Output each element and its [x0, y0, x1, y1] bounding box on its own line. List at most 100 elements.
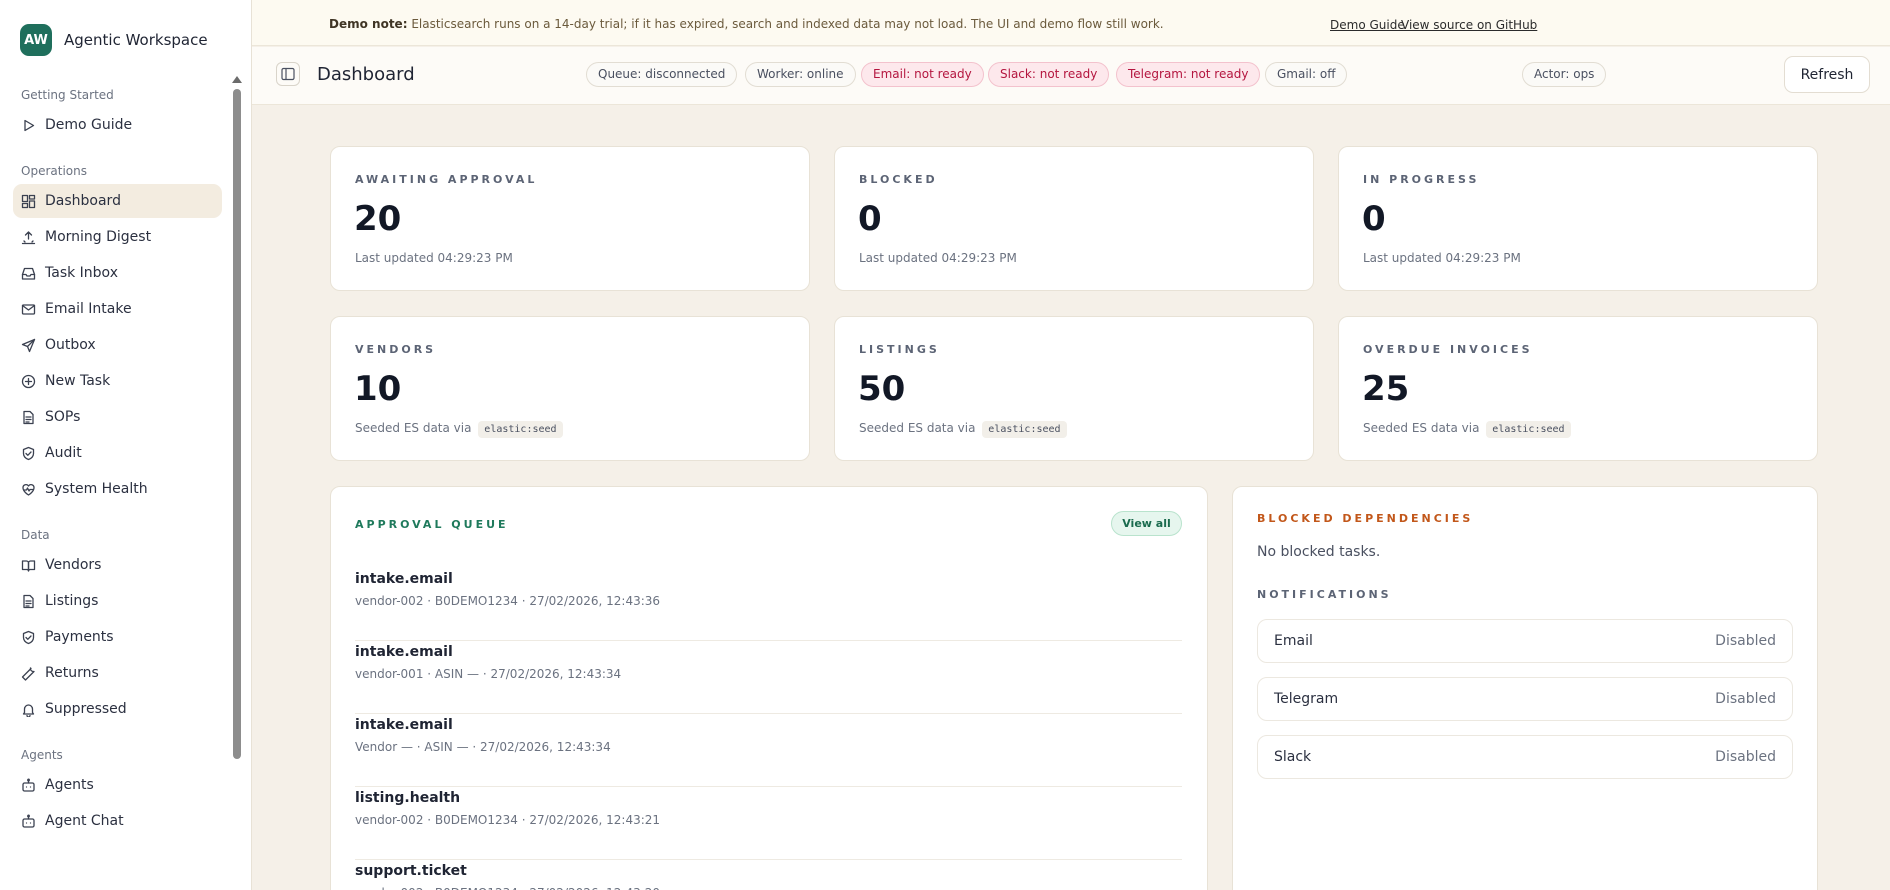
- nav-section-title: Operations: [21, 164, 87, 178]
- stat-value: 50: [858, 369, 906, 409]
- shield-check-icon: [21, 630, 36, 645]
- stat-label: LISTINGS: [859, 343, 940, 356]
- inbox-icon: [21, 266, 36, 281]
- stat-subtext: Seeded ES data via elastic:seed: [355, 421, 563, 438]
- stat-value: 20: [354, 199, 402, 239]
- sidebar-item-label: Suppressed: [45, 701, 127, 717]
- sidebar-item-payments[interactable]: Payments: [13, 620, 222, 654]
- nav-section-title: Agents: [21, 748, 63, 762]
- refresh-button[interactable]: Refresh: [1784, 56, 1870, 93]
- plus-circle-icon: [21, 374, 36, 389]
- sidebar-item-morning-digest[interactable]: Morning Digest: [13, 220, 222, 254]
- notification-status: Disabled: [1715, 691, 1776, 707]
- notification-name: Slack: [1274, 749, 1312, 765]
- queue-row-meta: vendor-002 · B0DEMO1234 · 27/02/2026, 12…: [355, 813, 661, 827]
- notifications-title: NOTIFICATIONS: [1257, 588, 1392, 601]
- sidebar-item-label: Agents: [45, 777, 94, 793]
- approval-queue-row[interactable]: support.ticket vendor-002 · B0DEMO1234 · …: [355, 860, 1182, 890]
- worker-status-pill: Worker: online: [745, 62, 856, 87]
- sidebar-item-audit[interactable]: Audit: [13, 436, 222, 470]
- queue-row-title: intake.email: [355, 717, 453, 733]
- stat-card-listings: LISTINGS 50 Seeded ES data via elastic:s…: [834, 316, 1314, 461]
- approval-queue-row[interactable]: intake.email vendor-002 · B0DEMO1234 · 27…: [355, 568, 1182, 641]
- approval-queue-row[interactable]: listing.health vendor-002 · B0DEMO1234 · …: [355, 787, 1182, 860]
- stat-subtext: Last updated 04:29:23 PM: [355, 251, 513, 265]
- bell-icon: [21, 702, 36, 717]
- sidebar-item-listings[interactable]: Listings: [13, 584, 222, 618]
- sidebar-item-agents[interactable]: Agents: [13, 768, 222, 802]
- sidebar-item-label: Morning Digest: [45, 229, 152, 245]
- sidebar-toggle-button[interactable]: [276, 62, 300, 86]
- code-chip: elastic:seed: [982, 421, 1067, 438]
- notification-row-telegram[interactable]: Telegram Disabled: [1257, 677, 1793, 721]
- send-icon: [21, 338, 36, 353]
- stat-value: 0: [1362, 199, 1386, 239]
- panel-left-icon: [281, 67, 295, 81]
- stat-label: BLOCKED: [859, 173, 938, 186]
- brand-logo: AW: [20, 24, 52, 56]
- sidebar-item-new-task[interactable]: New Task: [13, 364, 222, 398]
- sidebar-item-label: Outbox: [45, 337, 96, 353]
- sidebar-item-outbox[interactable]: Outbox: [13, 328, 222, 362]
- code-chip: elastic:seed: [1486, 421, 1571, 438]
- nav-section: Operations Dashboard Morning Digest Task In…: [0, 160, 232, 506]
- sunrise-icon: [21, 230, 36, 245]
- stat-card-blocked: BLOCKED 0 Last updated 04:29:23 PM: [834, 146, 1314, 291]
- sidebar-item-vendors[interactable]: Vendors: [13, 548, 222, 582]
- stat-subtext: Last updated 04:29:23 PM: [1363, 251, 1521, 265]
- nav-section: Data Vendors Listings Payments Returns Suppre…: [0, 524, 232, 726]
- queue-row-meta: Vendor — · ASIN — · 27/02/2026, 12:43:34: [355, 740, 611, 754]
- view-source-link[interactable]: View source on GitHub: [1401, 18, 1537, 32]
- sidebar-item-label: System Health: [45, 481, 148, 497]
- brand-name: Agentic Workspace: [64, 31, 208, 49]
- book-open-icon: [21, 558, 36, 573]
- sidebar-item-label: Vendors: [45, 557, 102, 573]
- page-title: Dashboard: [317, 64, 415, 85]
- email-status-pill: Email: not ready: [861, 62, 984, 87]
- scroll-thumb[interactable]: [233, 89, 241, 759]
- view-all-button[interactable]: View all: [1111, 511, 1182, 536]
- scroll-up-arrow-icon[interactable]: [232, 76, 242, 83]
- sidebar-item-label: Agent Chat: [45, 813, 124, 829]
- sidebar-item-task-inbox[interactable]: Task Inbox: [13, 256, 222, 290]
- approval-queue-list: intake.email vendor-002 · B0DEMO1234 · 27…: [355, 568, 1182, 890]
- demo-guide-link[interactable]: Demo Guide: [1330, 18, 1405, 32]
- slack-status-pill: Slack: not ready: [988, 62, 1110, 87]
- notification-status: Disabled: [1715, 749, 1776, 765]
- approval-queue-row[interactable]: intake.email vendor-001 · ASIN — · 27/02/…: [355, 641, 1182, 714]
- stat-subtext-label: Seeded ES data via: [355, 421, 472, 435]
- approval-queue-row[interactable]: intake.email Vendor — · ASIN — · 27/02/20…: [355, 714, 1182, 787]
- sidebar-item-demo-guide[interactable]: Demo Guide: [13, 108, 222, 142]
- stat-card-in-progress: IN PROGRESS 0 Last updated 04:29:23 PM: [1338, 146, 1818, 291]
- banner-text: Demo note: Elasticsearch runs on a 14-da…: [329, 17, 1164, 31]
- sidebar-item-email-intake[interactable]: Email Intake: [13, 292, 222, 326]
- approval-queue-card: APPROVAL QUEUE View all intake.email vend…: [330, 486, 1208, 890]
- sidebar-item-dashboard[interactable]: Dashboard: [13, 184, 222, 218]
- sidebar-item-suppressed[interactable]: Suppressed: [13, 692, 222, 726]
- stat-subtext-label: Seeded ES data via: [1363, 421, 1480, 435]
- sidebar-scrollbar[interactable]: [232, 76, 242, 762]
- code-chip: elastic:seed: [478, 421, 563, 438]
- notification-row-email[interactable]: Email Disabled: [1257, 619, 1793, 663]
- sidebar-item-system-health[interactable]: System Health: [13, 472, 222, 506]
- sidebar-item-label: Audit: [45, 445, 82, 461]
- sidebar-item-sops[interactable]: SOPs: [13, 400, 222, 434]
- shield-check-icon: [21, 446, 36, 461]
- bot-icon: [21, 778, 36, 793]
- notification-row-slack[interactable]: Slack Disabled: [1257, 735, 1793, 779]
- brand[interactable]: AW Agentic Workspace: [0, 0, 251, 80]
- stat-value: 0: [858, 199, 882, 239]
- sidebar-item-returns[interactable]: Returns: [13, 656, 222, 690]
- sidebar-item-label: New Task: [45, 373, 111, 389]
- sidebar-item-agent-chat[interactable]: Agent Chat: [13, 804, 222, 838]
- stat-label: AWAITING APPROVAL: [355, 173, 538, 186]
- stat-value: 10: [354, 369, 402, 409]
- stat-label: IN PROGRESS: [1363, 173, 1480, 186]
- file-text-icon: [21, 594, 36, 609]
- stat-value: 25: [1362, 369, 1410, 409]
- actor-pill[interactable]: Actor: ops: [1522, 62, 1607, 87]
- queue-row-meta: vendor-002 · B0DEMO1234 · 27/02/2026, 12…: [355, 594, 661, 608]
- gmail-status-pill: Gmail: off: [1265, 62, 1348, 87]
- sidebar-item-label: Demo Guide: [45, 117, 133, 133]
- nav-section: Agents Agents Agent Chat: [0, 744, 232, 838]
